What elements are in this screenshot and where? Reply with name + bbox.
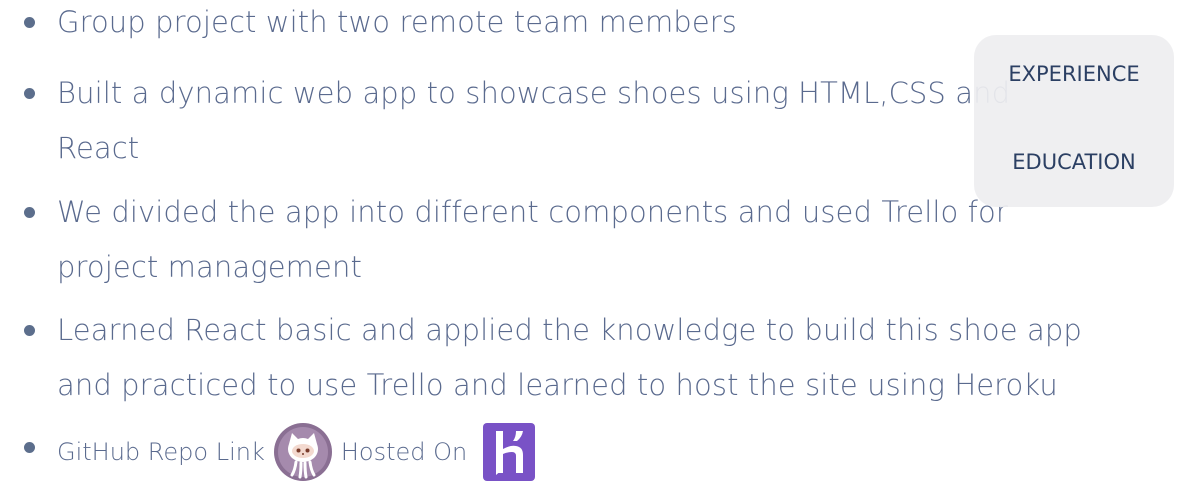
links-row: GitHub Repo Link Hosted On xyxy=(57,422,536,482)
section-nav-menu: EXPERIENCE EDUCATION xyxy=(974,35,1174,207)
bullet-line: and practiced to use Trello and learned … xyxy=(57,368,1058,402)
bullet-line: Learned React basic and applied the know… xyxy=(57,313,1082,347)
hosted-on-label: Hosted On xyxy=(340,438,468,466)
nav-item-experience[interactable]: EXPERIENCE xyxy=(974,62,1174,86)
bullet-text: Learned React basic and applied the know… xyxy=(57,303,1167,413)
bullet-dot xyxy=(24,442,35,453)
nav-item-education[interactable]: EDUCATION xyxy=(974,150,1174,174)
github-repo-link[interactable]: GitHub Repo Link xyxy=(57,438,265,466)
bullet-dot xyxy=(24,88,35,99)
github-octocat-icon[interactable] xyxy=(273,422,333,482)
bullet-dot xyxy=(24,325,35,336)
bullet-dot xyxy=(24,17,35,28)
bullet-line: project management xyxy=(57,250,362,284)
bullet-dot xyxy=(24,207,35,218)
heroku-logo-icon[interactable] xyxy=(483,423,536,481)
